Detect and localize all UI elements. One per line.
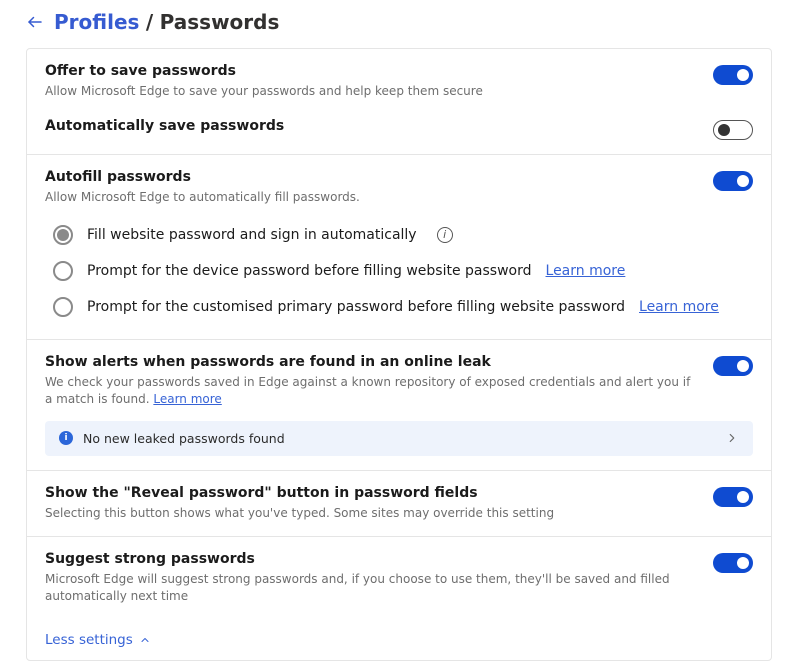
autofill-radio-device-label: Prompt for the device password before fi… <box>87 263 532 279</box>
autofill-radio-primary[interactable] <box>53 297 73 317</box>
info-icon[interactable]: i <box>437 227 453 243</box>
suggest-title: Suggest strong passwords <box>45 551 697 567</box>
autofill-radio-auto-label: Fill website password and sign in automa… <box>87 227 417 243</box>
leak-alerts-desc: We check your passwords saved in Edge ag… <box>45 374 697 409</box>
leak-alerts-toggle[interactable] <box>713 356 753 376</box>
suggest-toggle[interactable] <box>713 553 753 573</box>
offer-save-toggle[interactable] <box>713 65 753 85</box>
chevron-up-icon <box>139 634 151 646</box>
breadcrumb: Profiles / Passwords <box>26 10 772 34</box>
leak-learn-more[interactable]: Learn more <box>153 392 221 406</box>
leak-status-text: No new leaked passwords found <box>83 431 285 446</box>
offer-save-desc: Allow Microsoft Edge to save your passwo… <box>45 83 483 100</box>
autofill-toggle[interactable] <box>713 171 753 191</box>
autofill-radio-primary-label: Prompt for the customised primary passwo… <box>87 299 625 315</box>
autofill-desc: Allow Microsoft Edge to automatically fi… <box>45 189 360 206</box>
breadcrumb-current: Passwords <box>160 10 280 34</box>
back-arrow-icon[interactable] <box>26 13 44 31</box>
leak-status-banner[interactable]: i No new leaked passwords found <box>45 421 753 456</box>
offer-save-title: Offer to save passwords <box>45 63 483 79</box>
autofill-device-learn-more[interactable]: Learn more <box>546 263 626 279</box>
less-settings-label: Less settings <box>45 632 133 648</box>
breadcrumb-parent[interactable]: Profiles <box>54 10 139 34</box>
breadcrumb-separator: / <box>146 10 153 34</box>
autosave-toggle[interactable] <box>713 120 753 140</box>
chevron-right-icon <box>725 431 739 445</box>
reveal-title: Show the "Reveal password" button in pas… <box>45 485 554 501</box>
less-settings-button[interactable]: Less settings <box>27 620 771 660</box>
autofill-title: Autofill passwords <box>45 169 360 185</box>
autofill-primary-learn-more[interactable]: Learn more <box>639 299 719 315</box>
autofill-radio-group: Fill website password and sign in automa… <box>45 217 753 325</box>
leak-alerts-title: Show alerts when passwords are found in … <box>45 354 697 370</box>
autosave-title: Automatically save passwords <box>45 118 284 134</box>
reveal-desc: Selecting this button shows what you've … <box>45 505 554 522</box>
reveal-toggle[interactable] <box>713 487 753 507</box>
settings-card: Offer to save passwords Allow Microsoft … <box>26 48 772 661</box>
autofill-radio-auto[interactable] <box>53 225 73 245</box>
suggest-desc: Microsoft Edge will suggest strong passw… <box>45 571 697 606</box>
status-info-icon: i <box>59 431 73 445</box>
autofill-radio-device[interactable] <box>53 261 73 281</box>
